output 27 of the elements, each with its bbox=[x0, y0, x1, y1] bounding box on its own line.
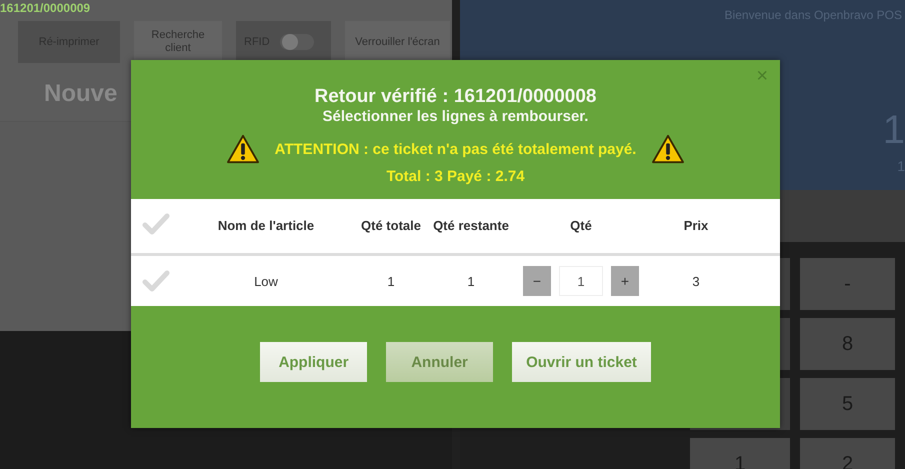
column-header: Nom de l'article bbox=[218, 217, 314, 235]
column-header: Qté bbox=[570, 217, 592, 235]
close-button[interactable]: × bbox=[752, 66, 772, 86]
table-cell: 3 bbox=[692, 274, 700, 288]
ticket-number: 161201/0000009 bbox=[0, 0, 90, 17]
column-header: Prix bbox=[684, 217, 708, 235]
dialog-subtitle: Sélectionner les lignes à rembourser. bbox=[322, 108, 588, 126]
increment-button[interactable]: + bbox=[611, 266, 639, 296]
quantity-field[interactable]: 1 bbox=[559, 266, 603, 296]
checkmark-icon[interactable] bbox=[142, 269, 170, 293]
column-header: Qté restante bbox=[433, 217, 509, 235]
warning-text: ATTENTION : ce ticket n'a pas été totalement payé. bbox=[274, 140, 636, 158]
toggle-switch[interactable] bbox=[280, 34, 314, 50]
warning-icon bbox=[651, 134, 686, 164]
keypad-key[interactable]: - bbox=[800, 258, 895, 310]
totals-text: Total : 3 Payé : 2.74 bbox=[386, 168, 525, 185]
dialog-title: Retour vérifié : 161201/0000008 bbox=[314, 86, 596, 108]
dialog-button[interactable]: Appliquer bbox=[260, 342, 368, 382]
column-header: Qté totale bbox=[361, 217, 421, 235]
table-cell: 1 bbox=[467, 274, 475, 288]
table-cell: Low bbox=[254, 274, 278, 288]
dialog-button[interactable]: Ouvrir un ticket bbox=[512, 342, 651, 382]
checkmark-icon[interactable] bbox=[142, 212, 170, 236]
dialog-button[interactable]: Annuler bbox=[386, 342, 494, 382]
table-cell: 1 bbox=[387, 274, 395, 288]
warning-icon bbox=[226, 134, 260, 164]
decrement-button[interactable]: − bbox=[523, 266, 551, 296]
